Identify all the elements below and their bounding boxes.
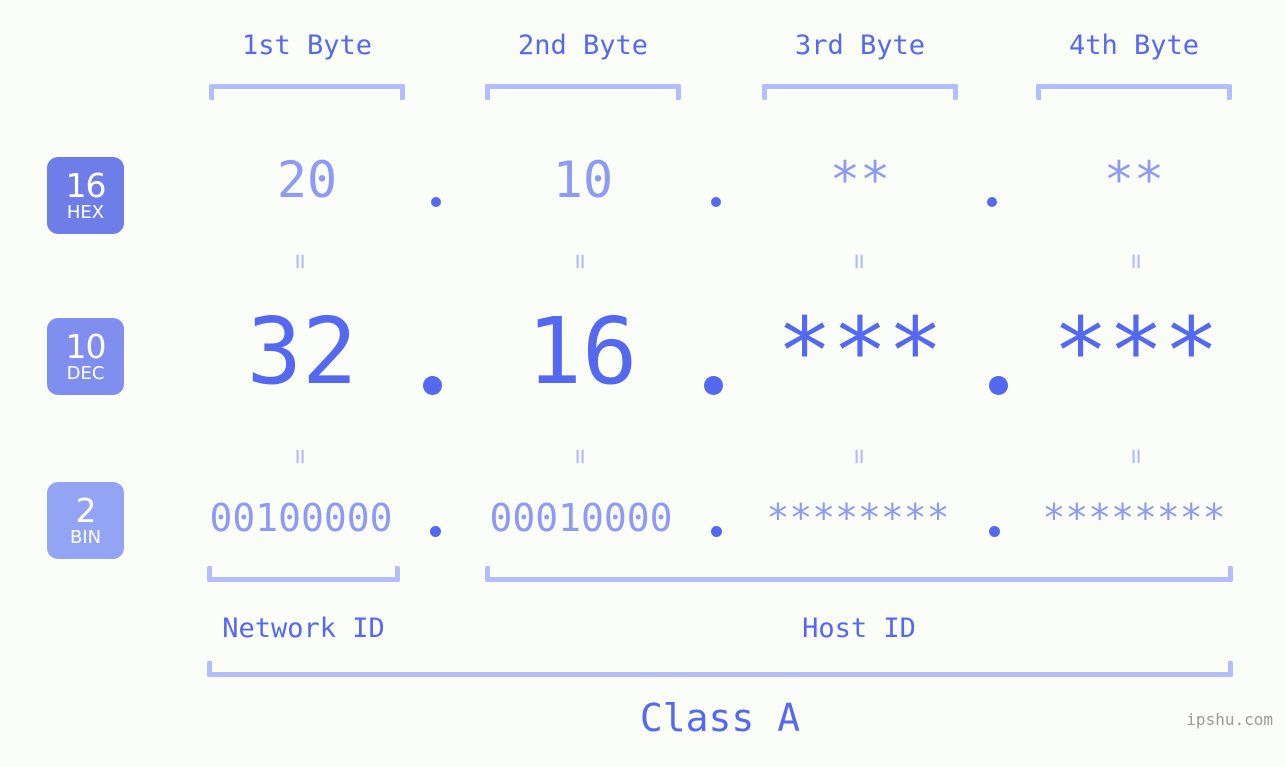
base-badge-hex-number: 16: [65, 166, 107, 205]
byte-bracket-1: [209, 84, 405, 100]
base-badge-bin-number: 2: [75, 491, 97, 530]
hex-separator-dot-3: [987, 197, 997, 207]
dec-byte-1: 32: [246, 298, 358, 405]
class-label: Class A: [639, 696, 801, 740]
equals-mark-hexdec-1: =: [285, 253, 315, 269]
byte-header-2: 2nd Byte: [517, 30, 649, 61]
bin-byte-1: 00100000: [209, 496, 393, 540]
bin-separator-dot-1: [430, 526, 441, 537]
equals-mark-hexdec-3: =: [844, 253, 874, 269]
base-badge-bin-label: BIN: [69, 527, 102, 548]
base-badge-hex-label: HEX: [66, 202, 105, 223]
hex-byte-3: **: [829, 151, 891, 209]
class-bracket: [207, 661, 1233, 677]
equals-mark-hexdec-2: =: [565, 253, 595, 269]
host-id-bracket: [485, 566, 1233, 582]
dec-byte-3: ***: [776, 298, 944, 405]
bin-separator-dot-2: [711, 526, 722, 537]
equals-mark-decbin-4: =: [1121, 448, 1151, 464]
base-badge-dec-label: DEC: [66, 363, 105, 384]
hex-separator-dot-2: [711, 197, 721, 207]
dec-byte-2: 16: [526, 298, 638, 405]
equals-mark-decbin-1: =: [285, 448, 315, 464]
host-id-label: Host ID: [802, 613, 916, 644]
base-badge-dec[interactable]: 10 DEC: [47, 318, 124, 395]
byte-header-1: 1st Byte: [241, 30, 373, 61]
byte-header-4: 4th Byte: [1068, 30, 1200, 61]
bin-separator-dot-3: [989, 526, 1000, 537]
byte-bracket-3: [762, 84, 958, 100]
byte-bracket-4: [1036, 84, 1232, 100]
equals-mark-hexdec-4: =: [1121, 253, 1151, 269]
site-watermark: ipshu.com: [1186, 710, 1273, 729]
dec-separator-dot-3: [989, 376, 1008, 395]
equals-mark-decbin-3: =: [844, 448, 874, 464]
equals-mark-decbin-2: =: [565, 448, 595, 464]
bin-byte-4: ********: [1042, 496, 1226, 540]
dec-byte-4: ***: [1052, 298, 1220, 405]
dec-separator-dot-2: [704, 376, 723, 395]
ip-address-breakdown-diagram: 1st Byte 2nd Byte 3rd Byte 4th Byte 16 H…: [0, 0, 1285, 767]
base-badge-bin[interactable]: 2 BIN: [47, 482, 124, 559]
byte-header-3: 3rd Byte: [794, 30, 926, 61]
hex-byte-1: 20: [276, 151, 338, 209]
bin-byte-3: ********: [766, 496, 950, 540]
byte-bracket-2: [485, 84, 681, 100]
hex-byte-4: **: [1103, 151, 1165, 209]
base-badge-hex[interactable]: 16 HEX: [47, 157, 124, 234]
network-id-label: Network ID: [222, 613, 385, 644]
base-badge-dec-number: 10: [65, 327, 107, 366]
hex-byte-2: 10: [552, 151, 614, 209]
network-id-bracket: [207, 566, 400, 582]
bin-byte-2: 00010000: [489, 496, 673, 540]
hex-separator-dot-1: [431, 197, 441, 207]
dec-separator-dot-1: [423, 376, 442, 395]
